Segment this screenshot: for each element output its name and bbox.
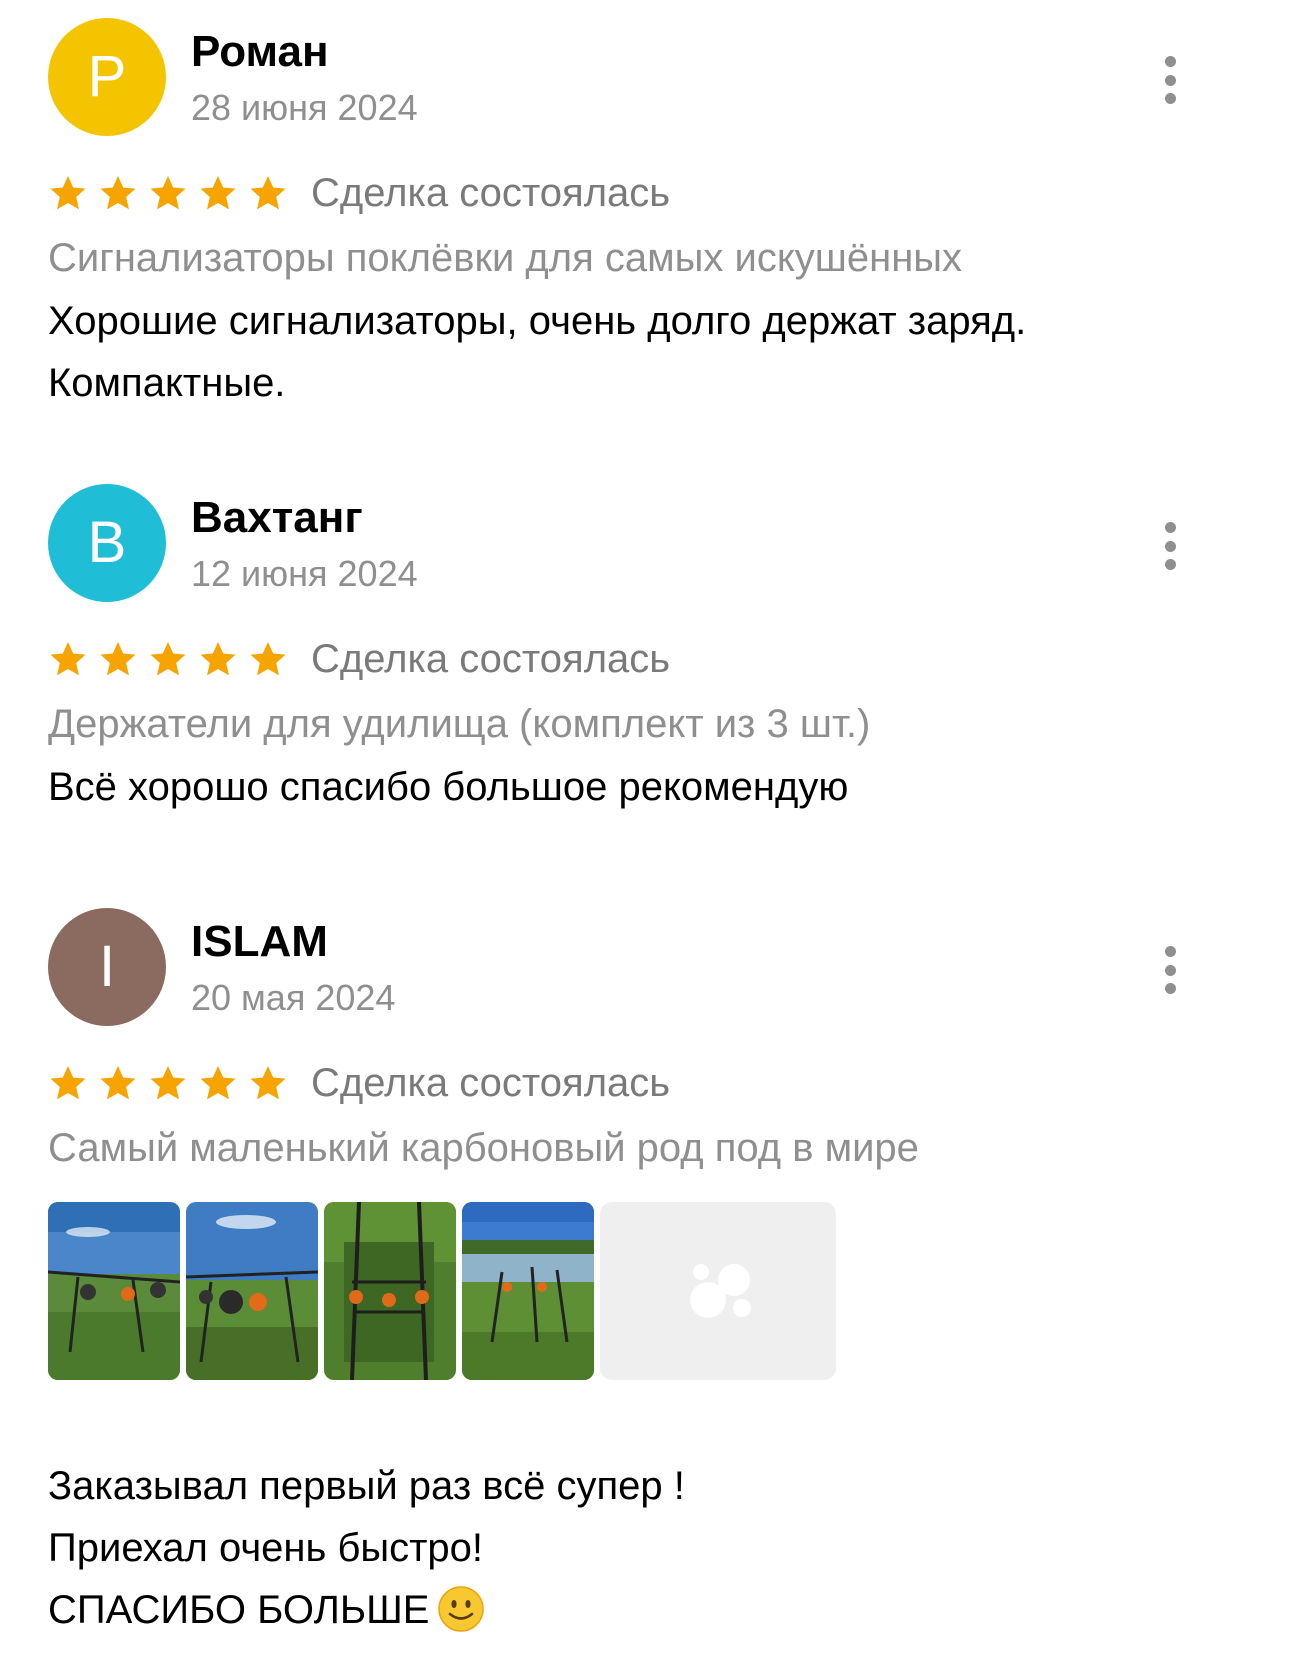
review-date: 12 июня 2024 xyxy=(191,553,418,594)
star-rating xyxy=(48,1063,288,1103)
reviewer-name[interactable]: Вахтанг xyxy=(191,492,363,545)
product-title[interactable]: Сигнализаторы поклёвки для самых искушён… xyxy=(48,234,962,282)
smiling-face-emoji-icon xyxy=(438,1586,485,1632)
star-icon xyxy=(200,176,236,210)
deal-status: Сделка состоялась xyxy=(311,171,671,215)
avatar[interactable]: I xyxy=(48,908,166,1026)
more-photos-button[interactable] xyxy=(600,1202,836,1380)
more-options-icon[interactable] xyxy=(1158,56,1182,104)
star-icon xyxy=(100,1066,136,1100)
review-card: В Вахтанг 12 июня 2024 Сделка состоялась… xyxy=(48,484,1248,834)
review-card: I ISLAM 20 мая 2024 Сделка состоялась Са… xyxy=(48,908,1248,1668)
photo-placeholder-icon xyxy=(690,1264,751,1318)
star-icon xyxy=(250,1066,286,1100)
product-title[interactable]: Самый маленький карбоновый род под в мир… xyxy=(48,1124,919,1172)
avatar-letter: I xyxy=(98,934,116,999)
star-icon xyxy=(150,176,186,210)
star-icon xyxy=(100,176,136,210)
star-icon xyxy=(250,642,286,676)
star-icon xyxy=(250,176,286,210)
star-icon xyxy=(200,1066,236,1100)
star-icon xyxy=(150,1066,186,1100)
avatar-letter: В xyxy=(87,510,127,575)
review-text: Заказывал первый раз всё супер ! Приехал… xyxy=(48,1393,685,1641)
review-photo[interactable] xyxy=(462,1202,594,1380)
deal-status: Сделка состоялась xyxy=(311,1061,671,1105)
reviewer-name[interactable]: ISLAM xyxy=(191,916,328,969)
review-text: Всё хорошо спасибо большое рекомендую xyxy=(48,765,849,809)
deal-status: Сделка состоялась xyxy=(311,637,671,681)
review-text: Хорошие сигнализаторы, очень долго держа… xyxy=(48,299,1027,405)
review-photo[interactable] xyxy=(186,1202,318,1380)
rating-row: Сделка состоялась xyxy=(48,1058,670,1108)
review-photo[interactable] xyxy=(48,1202,180,1380)
star-rating xyxy=(48,639,288,679)
review-photo[interactable] xyxy=(324,1202,456,1380)
star-icon xyxy=(50,176,86,210)
review-date: 20 мая 2024 xyxy=(191,977,396,1018)
star-icon xyxy=(150,642,186,676)
star-icon xyxy=(50,642,86,676)
rating-row: Сделка состоялась xyxy=(48,168,670,218)
avatar[interactable]: Р xyxy=(48,18,166,136)
more-options-icon[interactable] xyxy=(1158,946,1182,994)
reviewer-name[interactable]: Роман xyxy=(191,26,329,79)
review-date: 28 июня 2024 xyxy=(191,87,418,128)
more-options-icon[interactable] xyxy=(1158,522,1182,570)
avatar[interactable]: В xyxy=(48,484,166,602)
product-title[interactable]: Держатели для удилища (комплект из 3 шт.… xyxy=(48,700,870,748)
star-icon xyxy=(100,642,136,676)
star-icon xyxy=(50,1066,86,1100)
rating-row: Сделка состоялась xyxy=(48,634,670,684)
star-icon xyxy=(200,642,236,676)
review-photos xyxy=(48,1202,836,1380)
avatar-letter: Р xyxy=(87,44,127,109)
review-card: Р Роман 28 июня 2024 Сделка состоялась С… xyxy=(48,18,1248,418)
star-rating xyxy=(48,173,288,213)
review-text-content: Заказывал первый раз всё супер ! Приехал… xyxy=(48,1464,685,1632)
